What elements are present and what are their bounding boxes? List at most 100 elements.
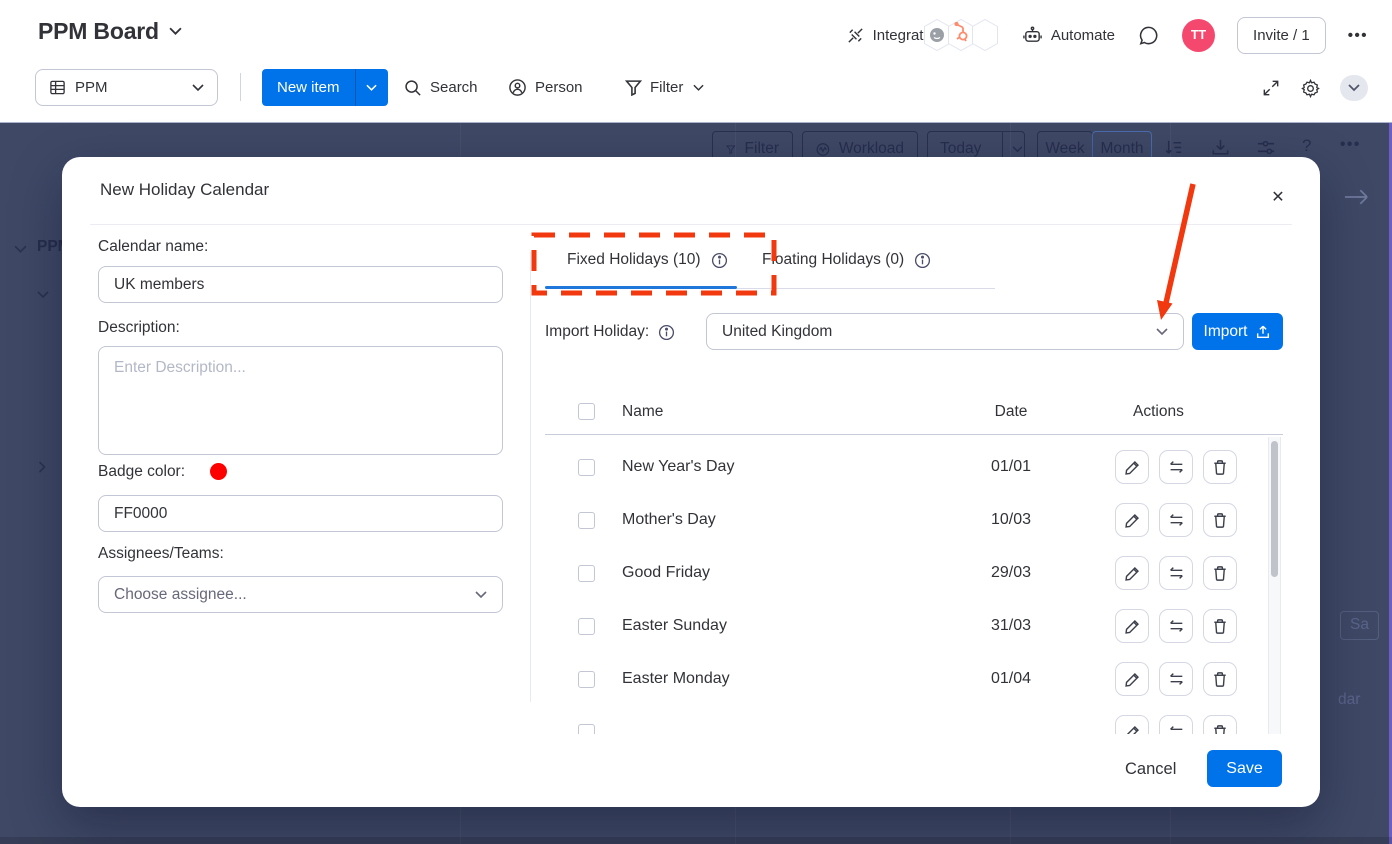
search-button[interactable]: Search (404, 69, 478, 106)
board-toolbar: PPM New item Search Person Filter (0, 62, 1392, 112)
board-settings-gear-icon[interactable] (1300, 78, 1321, 99)
bg-help-icon[interactable]: ? (1302, 136, 1311, 156)
filter-button[interactable]: Filter (625, 69, 704, 106)
bg-more-icon[interactable]: ••• (1340, 136, 1361, 154)
swap-icon[interactable] (1159, 450, 1193, 484)
chevron-down-icon (366, 84, 377, 92)
bg-sort-icon[interactable] (1163, 137, 1184, 158)
board-more-icon[interactable]: ••• (1348, 27, 1368, 44)
edit-icon[interactable] (1115, 556, 1149, 590)
rainbow-app-badge-icon (970, 18, 1000, 52)
invite-button[interactable]: Invite / 1 (1237, 17, 1326, 54)
edit-icon[interactable] (1115, 503, 1149, 537)
select-all-checkbox[interactable] (578, 403, 595, 420)
edit-icon[interactable] (1115, 715, 1149, 734)
swap-icon[interactable] (1159, 715, 1193, 734)
bg-collapse-chevron-icon[interactable] (14, 245, 27, 254)
row-checkbox[interactable] (578, 512, 595, 529)
modal-column-divider (530, 252, 531, 702)
save-button[interactable]: Save (1207, 750, 1282, 787)
edit-icon[interactable] (1115, 609, 1149, 643)
chat-bubble-icon[interactable] (1137, 24, 1160, 47)
chevron-down-icon (1012, 146, 1023, 153)
cancel-button[interactable]: Cancel (1113, 753, 1188, 785)
bg-settings-sliders-icon[interactable] (1255, 137, 1277, 158)
filter-label: Filter (650, 79, 683, 96)
badge-color-label: Badge color: (98, 463, 185, 481)
description-textarea[interactable] (98, 346, 503, 455)
badge-color-swatch (210, 463, 227, 480)
import-country-select[interactable]: United Kingdom (706, 313, 1184, 350)
fullscreen-icon[interactable] (1261, 78, 1281, 98)
table-row: Easter Monday 01/04 (545, 653, 1271, 706)
calendar-name-input[interactable] (98, 266, 503, 303)
swap-icon[interactable] (1159, 609, 1193, 643)
delete-icon[interactable] (1203, 450, 1237, 484)
description-label: Description: (98, 319, 180, 337)
new-item-label[interactable]: New item (262, 69, 355, 106)
tab-floating-holidays[interactable]: Floating Holidays (0) (762, 251, 931, 269)
badge-color-input[interactable] (98, 495, 503, 532)
bg-export-icon[interactable] (1210, 137, 1231, 158)
new-item-caret[interactable] (355, 69, 388, 106)
column-header-actions: Actions (1133, 403, 1184, 421)
collapse-header-button[interactable] (1340, 75, 1368, 101)
board-title[interactable]: PPM Board (38, 18, 182, 45)
holiday-name: Mother's Day (622, 511, 716, 529)
person-label: Person (535, 79, 583, 96)
import-button[interactable]: Import (1192, 313, 1283, 350)
integrate-icon (846, 26, 865, 45)
delete-icon[interactable] (1203, 609, 1237, 643)
delete-icon[interactable] (1203, 503, 1237, 537)
view-select-value: PPM (75, 79, 108, 96)
view-select[interactable]: PPM (35, 69, 218, 106)
integration-app-badges (928, 18, 1000, 52)
robot-icon (1022, 25, 1043, 45)
row-checkbox[interactable] (578, 459, 595, 476)
person-filter-button[interactable]: Person (508, 69, 583, 106)
scrollbar-thumb[interactable] (1271, 441, 1278, 577)
search-label: Search (430, 79, 478, 96)
table-row: Easter Sunday 31/03 (545, 600, 1271, 653)
swap-icon[interactable] (1159, 662, 1193, 696)
person-icon (508, 78, 527, 97)
modal-title: New Holiday Calendar (100, 180, 269, 200)
close-icon[interactable]: ✕ (1264, 183, 1292, 211)
delete-icon[interactable] (1203, 556, 1237, 590)
holiday-name: Easter Monday (622, 670, 730, 688)
edit-icon[interactable] (1115, 662, 1149, 696)
swap-icon[interactable] (1159, 503, 1193, 537)
new-item-button[interactable]: New item (262, 69, 388, 106)
avatar[interactable]: TT (1182, 19, 1215, 52)
table-grid-icon (49, 79, 66, 96)
info-icon[interactable] (711, 252, 728, 269)
assignees-select[interactable]: Choose assignee... (98, 576, 503, 613)
avatar-initials: TT (1191, 28, 1206, 42)
row-checkbox[interactable] (578, 724, 595, 734)
automate-button[interactable]: Automate (1022, 25, 1115, 45)
upload-icon (1255, 324, 1271, 340)
bg-row-chevron-icon[interactable] (37, 291, 49, 299)
chevron-down-icon (693, 84, 704, 92)
holiday-table-body: New Year's Day 01/01 Mother's Day 10/03 … (545, 435, 1271, 734)
info-icon[interactable] (658, 324, 675, 341)
bg-arrow-right-icon[interactable] (1343, 188, 1370, 206)
row-checkbox[interactable] (578, 565, 595, 582)
table-row: Good Friday 29/03 (545, 547, 1271, 600)
workload-icon (816, 141, 830, 158)
app-header: PPM Board Integrate Automate (0, 0, 1392, 122)
row-checkbox[interactable] (578, 618, 595, 635)
table-scrollbar[interactable] (1268, 437, 1281, 734)
delete-icon[interactable] (1203, 662, 1237, 696)
swap-icon[interactable] (1159, 556, 1193, 590)
modal-header-divider (90, 224, 1292, 225)
info-icon[interactable] (914, 252, 931, 269)
edit-icon[interactable] (1115, 450, 1149, 484)
tab-fixed-holidays[interactable]: Fixed Holidays (10) (567, 251, 728, 269)
holiday-date: 29/03 (981, 564, 1041, 582)
integrate-button[interactable]: Integrate (846, 18, 1000, 52)
save-label: Save (1226, 760, 1262, 778)
bg-expand-chevron-icon[interactable] (38, 461, 46, 473)
row-checkbox[interactable] (578, 671, 595, 688)
delete-icon[interactable] (1203, 715, 1237, 734)
